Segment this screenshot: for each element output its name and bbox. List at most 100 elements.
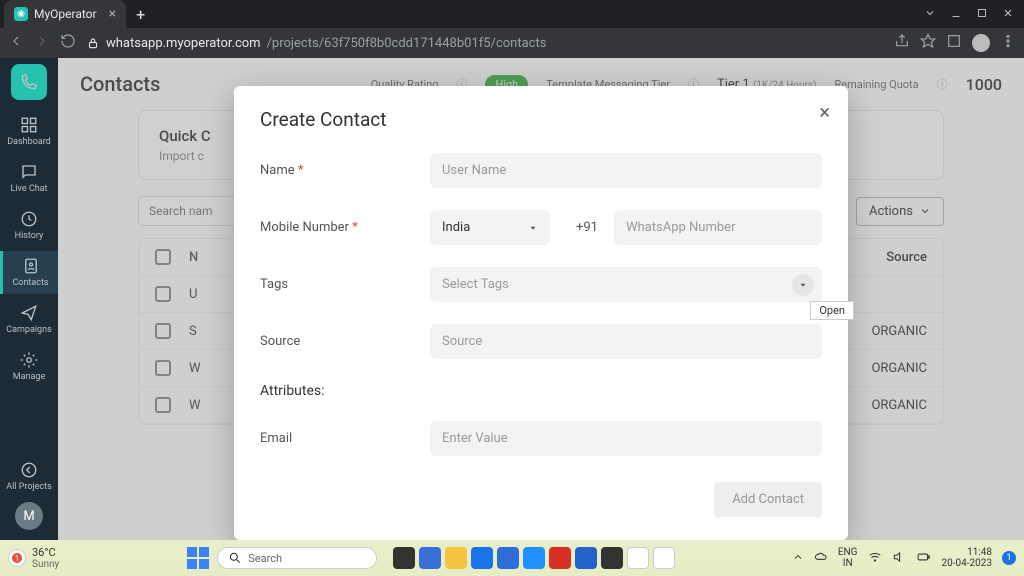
tray-chevron-icon[interactable] <box>792 551 804 566</box>
required-icon: * <box>298 163 304 178</box>
taskbar-app-icon[interactable] <box>575 547 597 569</box>
weather-icon: 1 <box>8 549 26 567</box>
gear-icon <box>20 351 38 369</box>
lang-region: IN <box>838 558 858 569</box>
lock-icon <box>86 36 100 50</box>
window-minimize-icon[interactable] <box>950 7 962 22</box>
sidebar-label: Dashboard <box>7 137 51 147</box>
contacts-icon <box>22 257 40 275</box>
taskbar-app-icon[interactable] <box>601 547 623 569</box>
window-maximize-icon[interactable] <box>976 7 988 22</box>
share-icon[interactable] <box>894 33 910 53</box>
name-input[interactable] <box>430 153 822 188</box>
sidebar-item-all-projects[interactable]: All Projects <box>0 455 58 498</box>
tab-close-icon[interactable]: × <box>109 6 116 22</box>
nav-forward-icon[interactable] <box>34 33 50 53</box>
history-icon <box>20 210 38 228</box>
taskbar-search-label: Search <box>248 552 282 565</box>
tags-label: Tags <box>260 277 430 292</box>
tab-favicon: ◉ <box>14 7 28 21</box>
clock-time: 11:48 <box>942 547 993 558</box>
chat-icon <box>20 163 38 181</box>
source-label: Source <box>260 334 430 349</box>
url-path: /projects/63f750f8b0cdd171448b01f5/conta… <box>267 36 547 51</box>
taskbar-app-icon[interactable] <box>653 547 675 569</box>
sidebar-label: Campaigns <box>6 325 51 335</box>
taskbar-app-icon[interactable] <box>497 547 519 569</box>
sidebar-item-dashboard[interactable]: Dashboard <box>0 110 58 153</box>
sidebar-label: History <box>15 231 44 241</box>
phone-prefix: +91 <box>560 220 614 235</box>
sidebar-item-campaigns[interactable]: Campaigns <box>0 298 58 341</box>
star-icon[interactable] <box>920 33 936 53</box>
sidebar-label: Contacts <box>12 278 48 288</box>
modal-overlay[interactable]: Create Contact × Name * Mobile Number * … <box>58 58 1024 540</box>
weather-temp: 36°C <box>32 546 59 559</box>
weather-cond: Sunny <box>32 559 59 570</box>
sidebar-item-manage[interactable]: Manage <box>0 345 58 388</box>
source-input[interactable] <box>430 324 822 359</box>
volume-icon[interactable] <box>892 550 906 567</box>
alert-badge: 1 <box>12 553 22 563</box>
send-icon <box>20 304 38 322</box>
lang-code[interactable]: ENG <box>838 547 858 558</box>
nav-back-icon[interactable] <box>8 33 24 53</box>
start-button[interactable] <box>187 547 209 569</box>
taskbar-app-icon[interactable] <box>471 547 493 569</box>
modal-title: Create Contact <box>260 108 822 131</box>
modal-close-icon[interactable]: × <box>819 100 830 124</box>
taskbar-app-icon[interactable] <box>523 547 545 569</box>
create-contact-modal: Create Contact × Name * Mobile Number * … <box>234 86 848 540</box>
window-titlebar: ◉ MyOperator × + <box>0 0 1024 28</box>
user-avatar[interactable]: M <box>15 502 43 530</box>
taskbar-search[interactable]: Search <box>217 547 377 569</box>
grid-icon <box>20 116 38 134</box>
clock[interactable]: 11:48 20-04-2023 <box>942 547 993 569</box>
nav-reload-icon[interactable] <box>60 33 76 53</box>
search-icon <box>228 551 242 565</box>
profile-avatar-icon[interactable] <box>972 34 990 52</box>
caret-down-icon <box>528 223 538 233</box>
app-logo[interactable] <box>11 64 47 100</box>
email-input[interactable] <box>430 421 822 456</box>
taskbar-app-icon[interactable] <box>419 547 441 569</box>
country-select[interactable]: India <box>430 210 550 245</box>
taskbar-app-icon[interactable] <box>627 547 649 569</box>
window-chevron-icon[interactable] <box>924 7 936 22</box>
sidebar-label: Manage <box>13 372 45 382</box>
tags-dropdown-button[interactable] <box>792 274 814 296</box>
country-value: India <box>442 220 470 235</box>
browser-tab[interactable]: ◉ MyOperator × <box>4 0 126 28</box>
sidebar-item-contacts[interactable]: Contacts <box>0 251 58 294</box>
mobile-input[interactable] <box>614 210 822 245</box>
tags-select[interactable]: Select Tags Open <box>430 267 822 302</box>
sidebar-item-live-chat[interactable]: Live Chat <box>0 157 58 200</box>
attributes-heading: Attributes: <box>260 383 822 399</box>
sidebar-label: Live Chat <box>11 184 48 194</box>
open-tooltip: Open <box>810 301 854 320</box>
browser-address-bar: whatsapp.myoperator.com/projects/63f750f… <box>0 28 1024 58</box>
add-contact-button[interactable]: Add Contact <box>714 482 822 517</box>
phone-icon <box>19 72 39 92</box>
main-content: Contacts Quality Rating ⓘ High Template … <box>58 58 1024 540</box>
extensions-icon[interactable] <box>946 33 962 53</box>
new-tab-button[interactable]: + <box>136 5 145 24</box>
tags-placeholder: Select Tags <box>442 277 509 292</box>
weather-widget[interactable]: 1 36°C Sunny <box>8 546 59 570</box>
kebab-menu-icon[interactable] <box>1000 33 1016 53</box>
battery-icon[interactable] <box>916 550 932 567</box>
url-host: whatsapp.myoperator.com <box>106 36 261 51</box>
notification-badge[interactable]: 1 <box>1002 551 1016 565</box>
window-close-icon[interactable] <box>1002 7 1014 22</box>
clock-date: 20-04-2023 <box>942 558 993 569</box>
sidebar-item-history[interactable]: History <box>0 204 58 247</box>
email-label: Email <box>260 431 430 446</box>
tray-onedrive-icon[interactable] <box>814 550 828 567</box>
taskbar-app-icon[interactable] <box>549 547 571 569</box>
taskbar-app-icon[interactable] <box>445 547 467 569</box>
name-label: Name <box>260 163 295 178</box>
url-field[interactable]: whatsapp.myoperator.com/projects/63f750f… <box>86 36 884 51</box>
taskbar-app-icon[interactable] <box>393 547 415 569</box>
back-circle-icon <box>20 461 38 479</box>
wifi-icon[interactable] <box>868 550 882 567</box>
